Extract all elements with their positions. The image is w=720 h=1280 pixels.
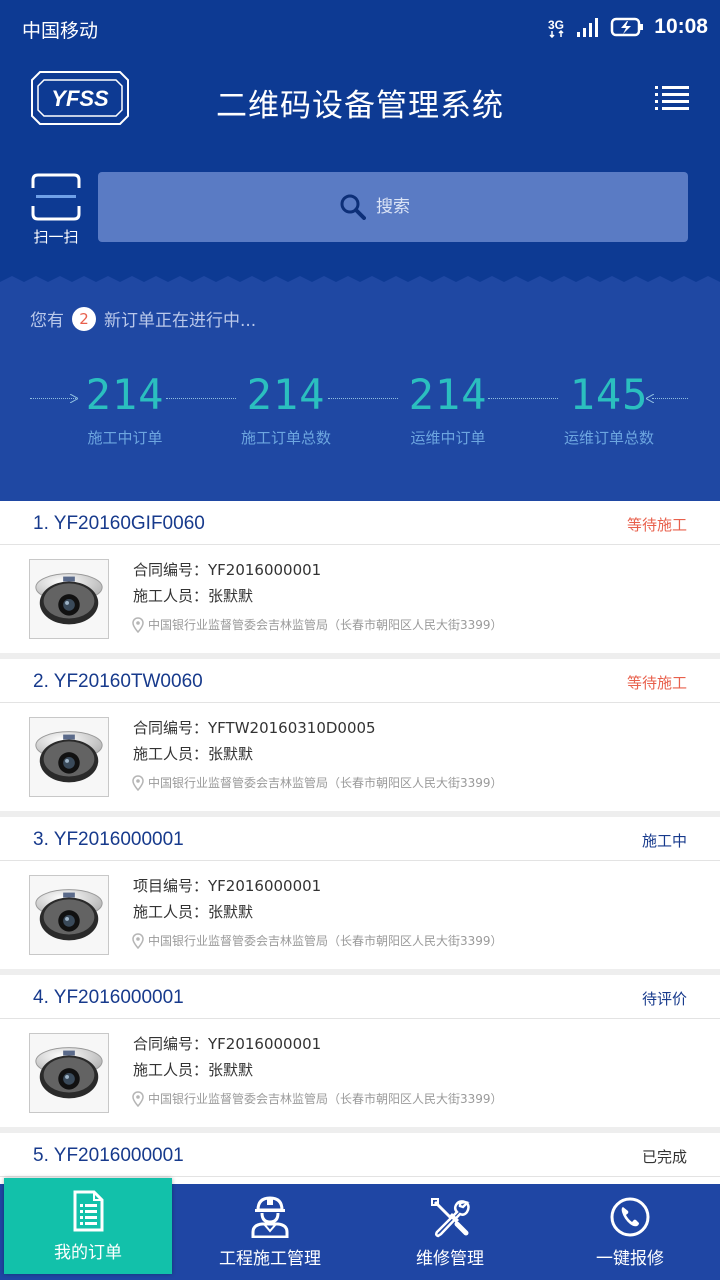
stat-label: 施工中订单: [87, 429, 163, 447]
stat-maintenance-active[interactable]: 214 运维中订单: [368, 370, 528, 448]
app-title: 二维码设备管理系统: [216, 88, 504, 124]
stat-value: 145: [569, 370, 649, 419]
project-number: 项目编号：YF2016000001: [133, 877, 322, 895]
worker-name: 施工人员：张默默: [133, 903, 254, 921]
scan-button[interactable]: 扫一扫: [28, 172, 84, 246]
stat-construction-total[interactable]: 214 施工订单总数: [206, 370, 366, 448]
address: 中国银行业监督管委会吉林监管局（长春市朝阳区人民大街3399）: [132, 774, 503, 791]
stat-value: 214: [408, 370, 488, 419]
bottom-tab-bar: 我的订单 工程施工管理 维修管理 一键报修: [0, 1178, 720, 1280]
network-4g-icon: 3G: [548, 18, 564, 38]
camera-thumbnail: [29, 559, 109, 639]
stat-value: 214: [246, 370, 326, 419]
new-order-notice[interactable]: 您有 2 新订单正在进行中...: [30, 306, 256, 331]
wave-divider: [0, 276, 720, 288]
battery-charging-icon: [611, 17, 644, 37]
search-bar[interactable]: [98, 172, 688, 242]
order-number: 4. YF2016000001: [33, 987, 184, 1008]
worker-icon: [251, 1196, 289, 1238]
stat-maintenance-total[interactable]: 145 运维订单总数: [529, 370, 689, 448]
order-status: 等待施工: [626, 674, 687, 692]
stat-construction-active[interactable]: 214 施工中订单: [45, 370, 205, 448]
location-pin-icon: [132, 1090, 144, 1107]
order-card[interactable]: 4. YF2016000001 待评价 合同编号：YF2016000001 施工…: [0, 975, 720, 1127]
tab-label: 我的订单: [54, 1243, 122, 1263]
tab-my-orders[interactable]: 我的订单: [4, 1178, 172, 1274]
tab-label: 工程施工管理: [219, 1249, 321, 1269]
address-text: 中国银行业监督管委会吉林监管局（长春市朝阳区人民大街3399）: [148, 1092, 503, 1106]
address-text: 中国银行业监督管委会吉林监管局（长春市朝阳区人民大街3399）: [148, 618, 503, 632]
order-card[interactable]: 1. YF20160GIF0060 等待施工 合同编号：YF2016000001…: [0, 501, 720, 653]
worker-name: 施工人员：张默默: [133, 745, 254, 763]
order-card[interactable]: 2. YF20160TW0060 等待施工 合同编号：YFTW20160310D…: [0, 659, 720, 811]
camera-thumbnail: [29, 875, 109, 955]
tab-one-click-repair[interactable]: 一键报修: [540, 1184, 720, 1280]
svg-text:3G: 3G: [548, 18, 564, 32]
scan-icon: [31, 173, 81, 221]
scan-label: 扫一扫: [33, 228, 79, 246]
menu-icon[interactable]: [655, 84, 689, 112]
order-stats: 214 施工中订单 214 施工订单总数 214 运维中订单 145 运维订单总…: [0, 370, 720, 470]
worker-name: 施工人员：张默默: [133, 587, 254, 605]
clock: 10:08: [654, 15, 708, 38]
contract-number: 合同编号：YF2016000001: [133, 561, 322, 579]
tab-construction-management[interactable]: 工程施工管理: [180, 1184, 360, 1280]
location-pin-icon: [132, 616, 144, 633]
tools-icon: [431, 1198, 470, 1238]
notice-prefix: 您有: [30, 311, 64, 331]
address: 中国银行业监督管委会吉林监管局（长春市朝阳区人民大街3399）: [132, 616, 503, 633]
phone-icon: [610, 1197, 650, 1237]
camera-thumbnail: [29, 1033, 109, 1113]
tab-label: 维修管理: [416, 1249, 484, 1269]
notice-suffix: 新订单正在进行中...: [104, 311, 257, 331]
document-icon: [73, 1190, 104, 1232]
camera-thumbnail: [29, 717, 109, 797]
tab-repair-management[interactable]: 维修管理: [360, 1184, 540, 1280]
signal-icon: [577, 18, 599, 37]
order-number: 3. YF2016000001: [33, 829, 184, 850]
address: 中国银行业监督管委会吉林监管局（长春市朝阳区人民大街3399）: [132, 1090, 503, 1107]
tab-label: 一键报修: [596, 1249, 664, 1269]
stat-label: 运维订单总数: [563, 429, 654, 447]
address-text: 中国银行业监督管委会吉林监管局（长春市朝阳区人民大街3399）: [148, 934, 503, 948]
address: 中国银行业监督管委会吉林监管局（长春市朝阳区人民大街3399）: [132, 932, 503, 949]
carrier-name: 中国移动: [22, 20, 99, 42]
order-status: 已完成: [641, 1148, 687, 1166]
header-area: 中国移动 3G 10:08 YFSS 二维码设备管理系统 扫一扫 搜索 您有 2…: [0, 0, 720, 501]
contract-number: 合同编号：YF2016000001: [133, 1035, 322, 1053]
app-header: YFSS 二维码设备管理系统: [0, 60, 720, 140]
order-number: 5. YF2016000001: [33, 1145, 184, 1166]
address-text: 中国银行业监督管委会吉林监管局（长春市朝阳区人民大街3399）: [148, 776, 503, 790]
order-card[interactable]: 3. YF2016000001 施工中 项目编号：YF2016000001 施工…: [0, 817, 720, 969]
order-number: 2. YF20160TW0060: [33, 671, 203, 692]
order-count-badge: 2: [72, 306, 96, 331]
order-status: 等待施工: [626, 516, 687, 534]
stat-label: 施工订单总数: [240, 429, 331, 447]
order-number: 1. YF20160GIF0060: [33, 513, 205, 534]
location-pin-icon: [132, 774, 144, 791]
contract-number: 合同编号：YFTW20160310D0005: [133, 719, 376, 737]
status-bar: 中国移动 3G 10:08: [0, 0, 720, 56]
stat-label: 运维中订单: [410, 429, 486, 447]
worker-name: 施工人员：张默默: [133, 1061, 254, 1079]
order-status: 施工中: [641, 832, 687, 850]
search-icon: [340, 194, 366, 220]
location-pin-icon: [132, 932, 144, 949]
stat-value: 214: [85, 370, 165, 419]
search-input[interactable]: [376, 197, 446, 217]
order-status: 待评价: [641, 990, 687, 1008]
